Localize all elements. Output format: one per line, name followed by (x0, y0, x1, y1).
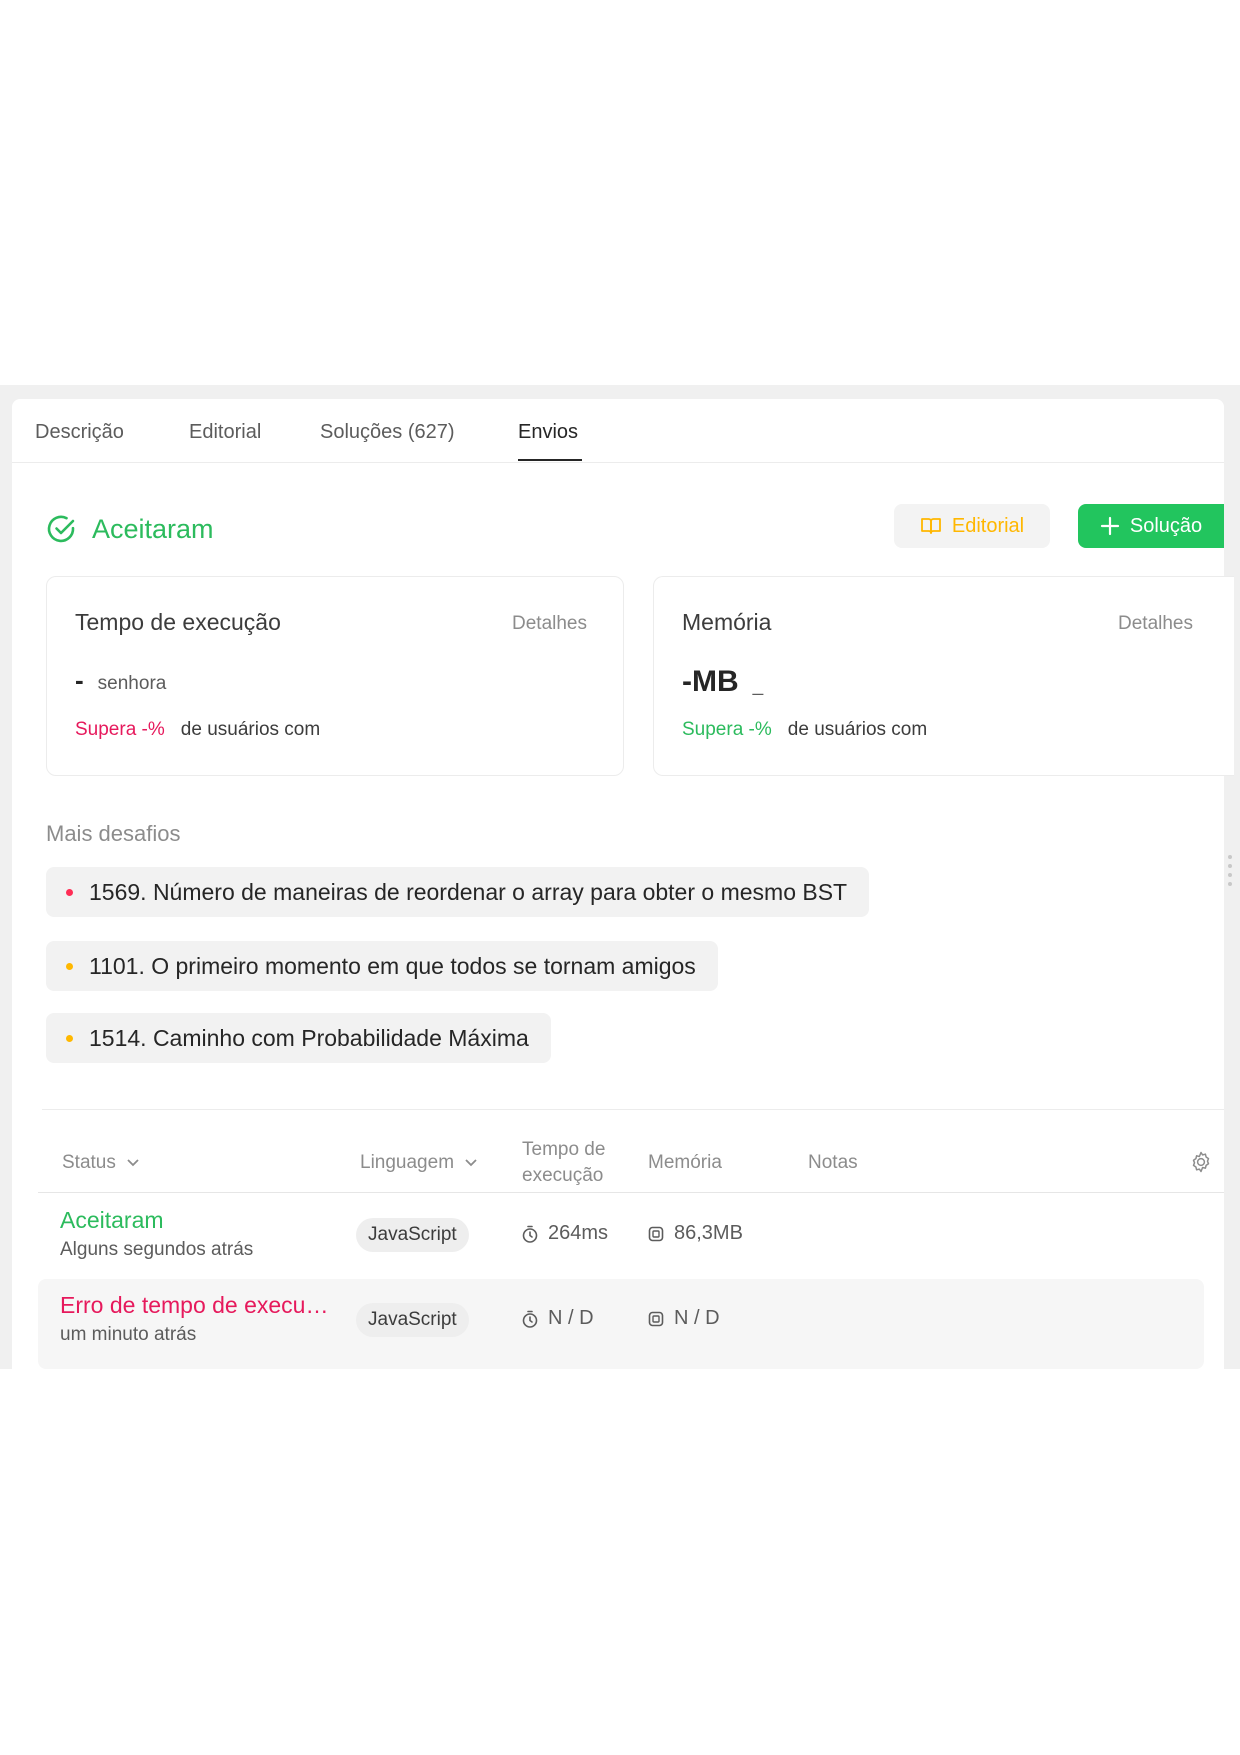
challenge-item[interactable]: 1569. Número de maneiras de reordenar o … (46, 867, 870, 917)
memory-header-label: Memória (648, 1152, 722, 1173)
gear-icon[interactable] (1189, 1150, 1213, 1174)
post-solution-button[interactable]: Solução (1078, 504, 1224, 548)
memory-beats: Supera -% (682, 719, 772, 740)
language-header-label: Linguagem (360, 1152, 455, 1173)
submission-panel: Descrição Editorial Soluções (627) Envio… (12, 399, 1234, 1369)
memory-value: 86,3MB (674, 1222, 743, 1244)
status-column-header[interactable]: Status (62, 1152, 140, 1174)
runtime-header-line1: Tempo de (522, 1139, 606, 1160)
runtime-value: - (75, 665, 84, 695)
submission-status[interactable]: Aceitaram (60, 1207, 164, 1234)
chip-icon (648, 1311, 664, 1326)
tab-bar: Descrição Editorial Soluções (627) Envio… (12, 399, 1224, 463)
status-header-label: Status (62, 1152, 116, 1173)
memory-metric: 86,3MB (646, 1222, 743, 1245)
runtime-metric: 264ms (520, 1222, 608, 1245)
language-badge: JavaScript (356, 1303, 469, 1337)
memory-beats-row: Supera -% de usuários com (682, 719, 927, 741)
tab-description[interactable]: Descrição (35, 421, 124, 444)
memory-value-row: -MB _ (682, 665, 763, 699)
runtime-beats: Supera -% (75, 719, 165, 740)
chevron-down-icon (127, 1159, 139, 1167)
runtime-metric: N / D (520, 1307, 594, 1330)
active-tab-indicator (518, 459, 582, 461)
language-badge: JavaScript (356, 1218, 469, 1252)
tab-submissions[interactable]: Envios (518, 421, 578, 444)
result-header: Aceitaram (46, 511, 214, 547)
challenge-label: 1514. Caminho com Probabilidade Máxima (89, 1024, 529, 1051)
memory-column-header: Memória (648, 1152, 722, 1174)
book-icon (920, 518, 941, 534)
runtime-header-line2: execução (522, 1165, 604, 1186)
runtime-beats-suffix: de usuários com (180, 719, 321, 740)
more-challenges-title: Mais desafios (46, 821, 181, 846)
table-header-border (38, 1192, 1224, 1193)
editorial-button-label: Editorial (951, 514, 1025, 537)
memory-value: N / D (674, 1307, 720, 1329)
check-circle-icon (47, 515, 75, 543)
chip-icon (648, 1226, 664, 1241)
tab-solutions[interactable]: Soluções (627) (320, 421, 455, 444)
stopwatch-icon (522, 1310, 538, 1328)
runtime-card-title: Tempo de execução (75, 609, 281, 635)
language-column-header[interactable]: Linguagem (360, 1152, 478, 1174)
memory-metric: N / D (646, 1307, 720, 1330)
tab-editorial[interactable]: Editorial (189, 421, 261, 444)
memory-details-link[interactable]: Detalhes (1118, 613, 1193, 635)
plus-icon (1100, 516, 1119, 536)
runtime-value: N / D (548, 1307, 594, 1329)
runtime-card: Tempo de execução Detalhes - senhora Sup… (46, 576, 624, 776)
memory-unit: _ (752, 675, 764, 696)
difficulty-dot (66, 1034, 73, 1042)
section-divider (42, 1109, 1224, 1110)
memory-card-title: Memória (682, 609, 772, 635)
challenge-item[interactable]: 1101. O primeiro momento em que todos se… (46, 941, 718, 991)
difficulty-dot (66, 888, 73, 896)
runtime-value: 264ms (548, 1222, 609, 1244)
notes-header-label: Notas (808, 1152, 858, 1173)
memory-card: Memória Detalhes -MB _ Supera -% de usuá… (653, 576, 1234, 776)
runtime-beats-row: Supera -% de usuários com (75, 719, 320, 741)
submission-time: um minuto atrás (60, 1324, 197, 1345)
memory-beats-suffix: de usuários com (787, 719, 928, 740)
submission-time: Alguns segundos atrás (60, 1239, 254, 1260)
stopwatch-icon (522, 1225, 538, 1243)
runtime-details-link[interactable]: Detalhes (512, 613, 587, 635)
chevron-down-icon (465, 1159, 477, 1167)
editorial-button[interactable]: Editorial (894, 504, 1050, 548)
notes-column-header: Notas (808, 1152, 858, 1174)
result-status: Aceitaram (92, 513, 214, 544)
memory-value: -MB (682, 665, 739, 698)
runtime-value-row: - senhora (75, 665, 166, 696)
runtime-column-header: Tempo de execução (522, 1139, 605, 1187)
challenge-label: 1569. Número de maneiras de reordenar o … (89, 878, 848, 905)
submission-screen: Descrição Editorial Soluções (627) Envio… (0, 385, 1240, 1369)
difficulty-dot (66, 962, 73, 970)
post-solution-label: Solução (1129, 514, 1203, 537)
resize-handle[interactable] (1228, 855, 1232, 891)
runtime-unit: senhora (97, 673, 167, 694)
submission-status[interactable]: Erro de tempo de execu… (60, 1292, 328, 1319)
challenge-label: 1101. O primeiro momento em que todos se… (89, 952, 696, 979)
challenge-item[interactable]: 1514. Caminho com Probabilidade Máxima (46, 1013, 551, 1063)
